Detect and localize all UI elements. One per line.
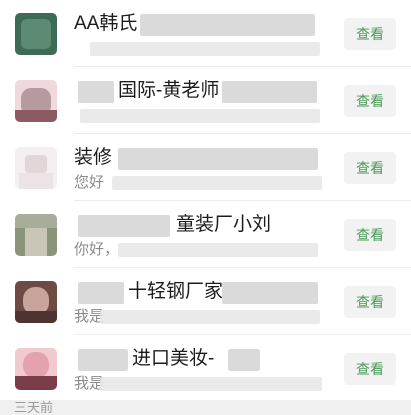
view-button[interactable]: 查看 [344, 219, 396, 251]
list-item[interactable]: 装修 您好 查看 [0, 134, 411, 200]
view-button[interactable]: 查看 [344, 152, 396, 184]
contact-name: AA韩氏 [74, 13, 138, 34]
list-item[interactable]: AA韩氏 查看 [0, 0, 411, 66]
avatar [15, 13, 57, 55]
list-item[interactable]: 童装厂小刘 你好， 查看 [0, 201, 411, 267]
contact-name: 装修 [74, 147, 113, 168]
section-label: 三天前 [14, 400, 54, 415]
list-item[interactable]: 国际-黄老师 查看 [0, 67, 411, 133]
avatar [15, 281, 57, 323]
view-button[interactable]: 查看 [344, 85, 396, 117]
list-item[interactable]: 十轻钢厂家 我是 查看 [0, 268, 411, 334]
view-button[interactable]: 查看 [344, 18, 396, 50]
contact-name: 十轻钢厂家 [128, 281, 224, 302]
view-button[interactable]: 查看 [344, 353, 396, 385]
avatar [15, 214, 57, 256]
contact-name: 国际-黄老师 [118, 80, 220, 101]
avatar [15, 147, 57, 189]
date-section-header: 三天前 [0, 400, 411, 415]
message-preview: 你好， [74, 241, 120, 258]
contact-name: 童装厂小刘 [176, 214, 272, 235]
view-button[interactable]: 查看 [344, 286, 396, 318]
avatar [15, 80, 57, 122]
message-preview: 您好 [74, 174, 105, 191]
contact-name: 进口美妆- [132, 348, 215, 369]
avatar [15, 348, 57, 390]
list-item[interactable]: 进口美妆- 我是 查看 [0, 335, 411, 401]
